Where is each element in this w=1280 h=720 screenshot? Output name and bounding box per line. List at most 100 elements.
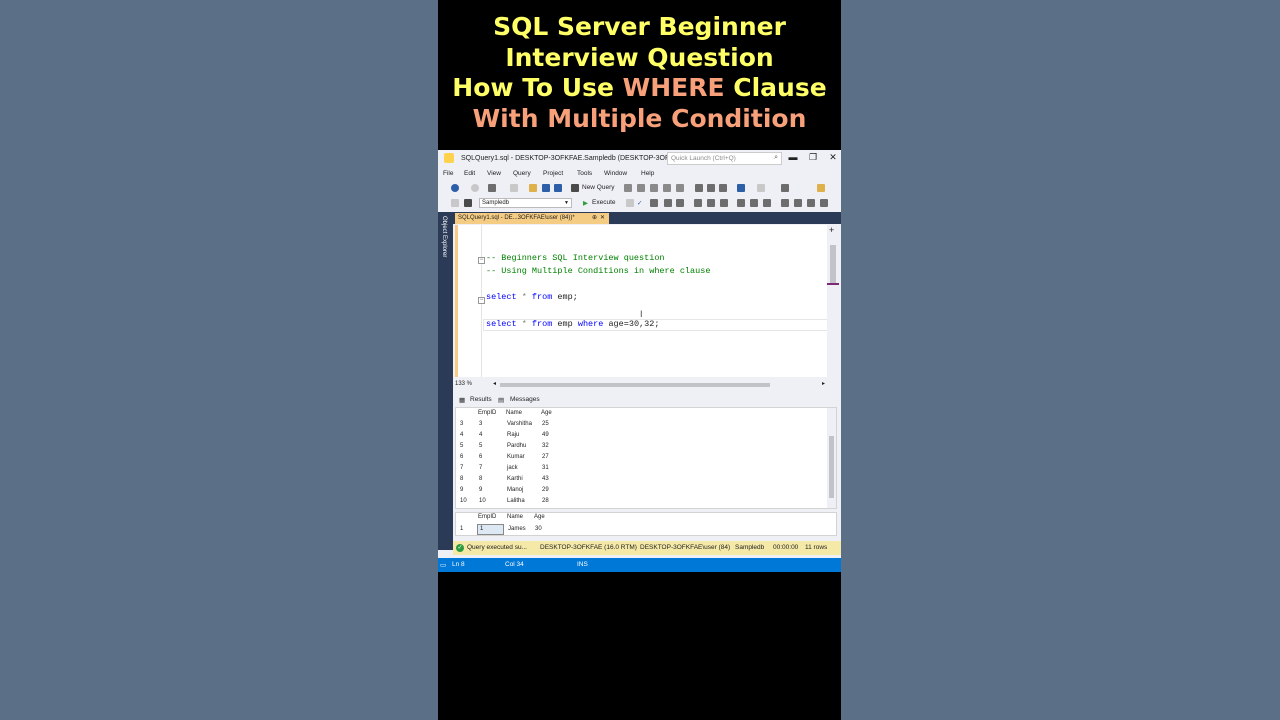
copy-icon[interactable] [707, 184, 715, 192]
new-query-button[interactable]: New Query [582, 184, 615, 191]
results-to-file-icon[interactable] [750, 199, 758, 207]
new-project-icon[interactable] [488, 184, 496, 192]
table-row[interactable]: 10 10 Lalitha 28 [456, 496, 826, 507]
col-age[interactable]: Age [534, 514, 545, 520]
tab-messages[interactable]: Messages [510, 396, 540, 403]
table-row[interactable]: 7 7 jack 31 [456, 463, 826, 474]
collapse-icon[interactable]: − [478, 257, 485, 264]
cell-name[interactable]: James [508, 526, 526, 532]
col-name[interactable]: Name [506, 410, 522, 416]
menu-tools[interactable]: Tools [577, 170, 592, 177]
cell-age[interactable]: 29 [542, 487, 549, 493]
tab-results[interactable]: Results [470, 396, 492, 403]
open-icon[interactable] [529, 184, 537, 192]
grid-vertical-scrollbar[interactable] [827, 408, 836, 508]
results-to-grid-icon[interactable] [737, 199, 745, 207]
table-row[interactable]: 6 6 Kumar 27 [456, 452, 826, 463]
scrollbar-thumb[interactable] [830, 245, 836, 285]
col-name[interactable]: Name [507, 514, 523, 520]
cell-age[interactable]: 31 [542, 465, 549, 471]
include-plan-icon[interactable] [694, 199, 702, 207]
mdx-query-icon[interactable] [650, 184, 658, 192]
object-explorer-strip[interactable] [438, 212, 453, 550]
cell-name[interactable]: Raju [507, 432, 519, 438]
new-file-icon[interactable] [510, 184, 518, 192]
menu-window[interactable]: Window [604, 170, 627, 177]
tab-close-icon[interactable]: ✕ [600, 214, 605, 221]
intellisense-icon[interactable] [676, 199, 684, 207]
forward-icon[interactable] [471, 184, 479, 192]
menu-project[interactable]: Project [543, 170, 563, 177]
cell-name[interactable]: Pardhu [507, 443, 526, 449]
db-engine-query-icon[interactable] [624, 184, 632, 192]
scroll-right-icon[interactable]: ▸ [822, 380, 825, 387]
menu-view[interactable]: View [487, 170, 501, 177]
results-grid-2[interactable]: EmpID Name Age 1 1 James 30 [455, 512, 837, 536]
display-plan-icon[interactable] [650, 199, 658, 207]
table-row[interactable]: 4 4 Raju 49 [456, 430, 826, 441]
cell-name[interactable]: Lalitha [507, 498, 525, 504]
query-options-icon[interactable] [664, 199, 672, 207]
change-connection-icon[interactable] [464, 199, 472, 207]
redo-icon[interactable] [757, 184, 765, 192]
cell-empid[interactable]: 7 [479, 465, 482, 471]
scroll-left-icon[interactable]: ◂ [493, 380, 496, 387]
pin-icon[interactable]: ⊕ [592, 214, 597, 221]
new-query-icon[interactable] [571, 184, 579, 192]
tab-sqlquery1[interactable]: SQLQuery1.sql - DE...3OFKFAE\user (84))*… [455, 213, 609, 224]
increase-indent-icon[interactable] [807, 199, 815, 207]
cell-name[interactable]: Varshitha [507, 421, 532, 427]
close-button[interactable]: ✕ [827, 152, 839, 163]
back-icon[interactable] [451, 184, 459, 192]
cut-icon[interactable] [695, 184, 703, 192]
table-row[interactable]: 3 3 Varshitha 25 [456, 419, 826, 430]
cell-name[interactable]: Karthi [507, 476, 523, 482]
dmx-query-icon[interactable] [663, 184, 671, 192]
zoom-level[interactable]: 133 % [455, 381, 472, 387]
menu-file[interactable]: File [443, 170, 453, 177]
cell-empid[interactable]: 4 [479, 432, 482, 438]
cell-age[interactable]: 49 [542, 432, 549, 438]
table-row[interactable]: 9 9 Manoj 29 [456, 485, 826, 496]
minimize-button[interactable]: ▬ [787, 152, 799, 162]
paste-icon[interactable] [719, 184, 727, 192]
specify-values-icon[interactable] [820, 199, 828, 207]
cell-empid[interactable]: 8 [479, 476, 482, 482]
col-age[interactable]: Age [541, 410, 552, 416]
cell-age[interactable]: 43 [542, 476, 549, 482]
cell-name[interactable]: jack [507, 465, 518, 471]
cell-name[interactable]: Manoj [507, 487, 523, 493]
col-empid[interactable]: EmpID [478, 514, 496, 520]
activity-monitor-icon[interactable] [781, 184, 789, 192]
connect-icon[interactable] [451, 199, 459, 207]
menu-edit[interactable]: Edit [464, 170, 475, 177]
cell-empid[interactable]: 5 [479, 443, 482, 449]
cell-name[interactable]: Kumar [507, 454, 525, 460]
table-row[interactable]: 8 8 Karthi 43 [456, 474, 826, 485]
save-all-icon[interactable] [554, 184, 562, 192]
cell-age[interactable]: 27 [542, 454, 549, 460]
cell-empid[interactable]: 9 [479, 487, 482, 493]
col-empid[interactable]: EmpID [478, 410, 496, 416]
query-editor[interactable]: − − -- Beginners SQL Interview question … [455, 225, 828, 377]
menu-query[interactable]: Query [513, 170, 531, 177]
horizontal-scrollbar-thumb[interactable] [500, 383, 770, 387]
cell-age[interactable]: 30 [535, 526, 542, 532]
xmla-query-icon[interactable] [676, 184, 684, 192]
comment-icon[interactable] [763, 199, 771, 207]
split-icon[interactable]: + [829, 225, 834, 235]
editor-vertical-scrollbar[interactable]: + [827, 225, 839, 379]
cell-age[interactable]: 28 [542, 498, 549, 504]
table-row[interactable]: 5 5 Pardhu 32 [456, 441, 826, 452]
cancel-query-icon[interactable] [626, 199, 634, 207]
object-explorer-label[interactable]: Object Explorer [441, 216, 447, 257]
cell-empid[interactable]: 1 [480, 526, 483, 532]
database-select[interactable]: Sampledb ▼ [479, 198, 572, 208]
client-stats-icon[interactable] [707, 199, 715, 207]
decrease-indent-icon[interactable] [794, 199, 802, 207]
cell-empid[interactable]: 10 [479, 498, 486, 504]
quick-launch-input[interactable]: Quick Launch (Ctrl+Q) ⌕ [667, 152, 782, 165]
results-grid-1[interactable]: EmpID Name Age 3 3 Varshitha 25 4 4 Raju 49 55… [455, 407, 837, 509]
save-icon[interactable] [542, 184, 550, 192]
menu-help[interactable]: Help [641, 170, 654, 177]
